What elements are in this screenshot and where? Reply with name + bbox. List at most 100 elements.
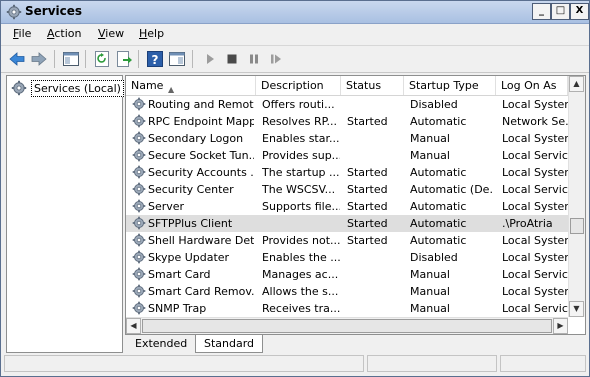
svg-text:?: ? <box>152 53 159 67</box>
tab-standard[interactable]: Standard <box>195 335 264 353</box>
service-name-cell: SFTPPlus Client <box>148 217 233 230</box>
service-startup-type-cell: Automatic (De... <box>410 183 494 196</box>
service-status-cell <box>347 283 403 300</box>
table-row[interactable]: Smart Card Manages ac... Manual Local Servi… <box>126 266 568 283</box>
help-icon[interactable]: ? <box>146 50 164 68</box>
status-panel <box>500 355 586 372</box>
service-status-cell: Started <box>347 183 388 196</box>
pause-service-icon[interactable] <box>245 50 263 68</box>
service-description-cell: Allows the s... <box>262 285 339 298</box>
forward-arrow-icon[interactable] <box>30 50 48 68</box>
service-status-cell: Started <box>347 200 388 213</box>
service-startup-type-cell: Disabled <box>410 251 458 264</box>
service-status-cell <box>347 96 403 113</box>
title-bar[interactable]: Services _ □ X <box>1 1 589 24</box>
service-gear-icon <box>132 301 146 315</box>
tab-extended[interactable]: Extended <box>127 335 195 352</box>
table-row[interactable]: Shell Hardware Det... Provides not... Star… <box>126 232 568 249</box>
table-row[interactable]: Security Accounts ... The startup ... Star… <box>126 164 568 181</box>
service-logon-cell: Local Service <box>502 302 568 315</box>
vertical-scrollbar[interactable]: ▲ ▼ <box>568 76 585 317</box>
service-logon-cell: Local System <box>502 98 568 111</box>
service-startup-type-cell: Manual <box>410 285 450 298</box>
column-header-description[interactable]: Description <box>256 76 341 95</box>
service-gear-icon <box>132 165 146 179</box>
column-header-name[interactable]: Name ▲ <box>126 76 256 95</box>
table-row[interactable]: Secure Socket Tun... Provides sup... Manua… <box>126 147 568 164</box>
menu-action[interactable]: Action <box>47 27 81 40</box>
table-row[interactable]: Skype Updater Enables the ... Disabled Loca… <box>126 249 568 266</box>
table-row[interactable]: Routing and Remot... Offers routi... Disab… <box>126 96 568 113</box>
service-name-cell: Server <box>148 200 185 213</box>
table-row[interactable]: Security Center The WSCSV... Started Automa… <box>126 181 568 198</box>
restart-service-icon[interactable] <box>267 50 285 68</box>
service-gear-icon <box>132 131 146 145</box>
service-logon-cell: .\ProAtria <box>502 217 553 230</box>
export-list-icon[interactable] <box>115 50 133 68</box>
scroll-left-button[interactable]: ◀ <box>126 318 141 334</box>
service-name-cell: Secure Socket Tun... <box>148 149 254 162</box>
service-name-cell: Security Center <box>148 183 234 196</box>
back-arrow-icon[interactable] <box>8 50 26 68</box>
stop-service-icon[interactable] <box>223 50 241 68</box>
service-logon-cell: Local Service <box>502 183 568 196</box>
start-service-icon[interactable] <box>201 50 219 68</box>
menu-help[interactable]: Help <box>139 27 164 40</box>
service-gear-icon <box>132 199 146 213</box>
services-gear-icon <box>11 80 27 96</box>
service-logon-cell: Local System <box>502 234 568 247</box>
service-logon-cell: Local Service <box>502 149 568 162</box>
vertical-scroll-thumb[interactable] <box>570 218 584 234</box>
service-description-cell: Enables star... <box>262 132 340 145</box>
scroll-right-button[interactable]: ▶ <box>553 318 568 334</box>
table-row[interactable]: Server Supports file... Started Automatic Lo… <box>126 198 568 215</box>
service-description-cell: Provides not... <box>262 234 340 247</box>
menu-file[interactable]: File <box>13 27 31 40</box>
close-button[interactable]: X <box>570 3 589 20</box>
service-status-cell: Started <box>347 115 388 128</box>
toolbar-separator <box>54 50 55 68</box>
table-row[interactable]: RPC Endpoint Mapper Resolves RP... Started… <box>126 113 568 130</box>
refresh-icon[interactable] <box>93 50 111 68</box>
service-startup-type-cell: Automatic <box>410 115 467 128</box>
column-header-status[interactable]: Status <box>341 76 404 95</box>
service-startup-type-cell: Automatic <box>410 166 467 179</box>
properties-icon[interactable] <box>168 50 186 68</box>
table-row[interactable]: Smart Card Remov... Allows the s... Manual… <box>126 283 568 300</box>
column-header-label: Name <box>131 79 164 92</box>
services-list-pane: Name ▲ Description Status Startup Type L… <box>125 75 586 335</box>
service-startup-type-cell: Manual <box>410 132 450 145</box>
service-description-cell: The WSCSV... <box>262 183 336 196</box>
service-gear-icon <box>132 97 146 111</box>
service-name-cell: Skype Updater <box>148 251 230 264</box>
service-logon-cell: Local Service <box>502 268 568 281</box>
horizontal-scroll-thumb[interactable] <box>142 319 552 333</box>
status-panel <box>4 355 364 372</box>
horizontal-scrollbar[interactable]: ◀ ▶ <box>126 317 568 334</box>
service-status-cell <box>347 147 403 164</box>
service-logon-cell: Local System <box>502 251 568 264</box>
service-status-cell: Started <box>347 217 388 230</box>
service-description-cell: Receives tra... <box>262 302 340 315</box>
service-startup-type-cell: Manual <box>410 268 450 281</box>
show-hide-console-tree-icon[interactable] <box>62 50 80 68</box>
minimize-button[interactable]: _ <box>532 3 551 20</box>
service-description-cell: Resolves RP... <box>262 115 337 128</box>
column-header-startup-type[interactable]: Startup Type <box>404 76 496 95</box>
service-logon-cell: Local System <box>502 166 568 179</box>
service-name-cell: RPC Endpoint Mapper <box>148 115 254 128</box>
scroll-up-button[interactable]: ▲ <box>569 76 584 92</box>
service-startup-type-cell: Automatic <box>410 234 467 247</box>
menu-view[interactable]: View <box>98 27 124 40</box>
services-gear-icon <box>6 4 22 20</box>
table-row[interactable]: SNMP Trap Receives tra... Manual Local Serv… <box>126 300 568 317</box>
table-row[interactable]: Secondary Logon Enables star... Manual Loca… <box>126 130 568 147</box>
toolbar: ? <box>1 45 589 73</box>
service-description-cell: The startup ... <box>262 166 340 179</box>
scroll-down-button[interactable]: ▼ <box>569 301 584 317</box>
column-header-log-on-as[interactable]: Log On As <box>496 76 568 95</box>
service-gear-icon <box>132 267 146 281</box>
service-gear-icon <box>132 182 146 196</box>
table-row[interactable]: SFTPPlus Client Started Automatic .\ProAtri… <box>126 215 568 232</box>
maximize-button[interactable]: □ <box>551 3 570 20</box>
